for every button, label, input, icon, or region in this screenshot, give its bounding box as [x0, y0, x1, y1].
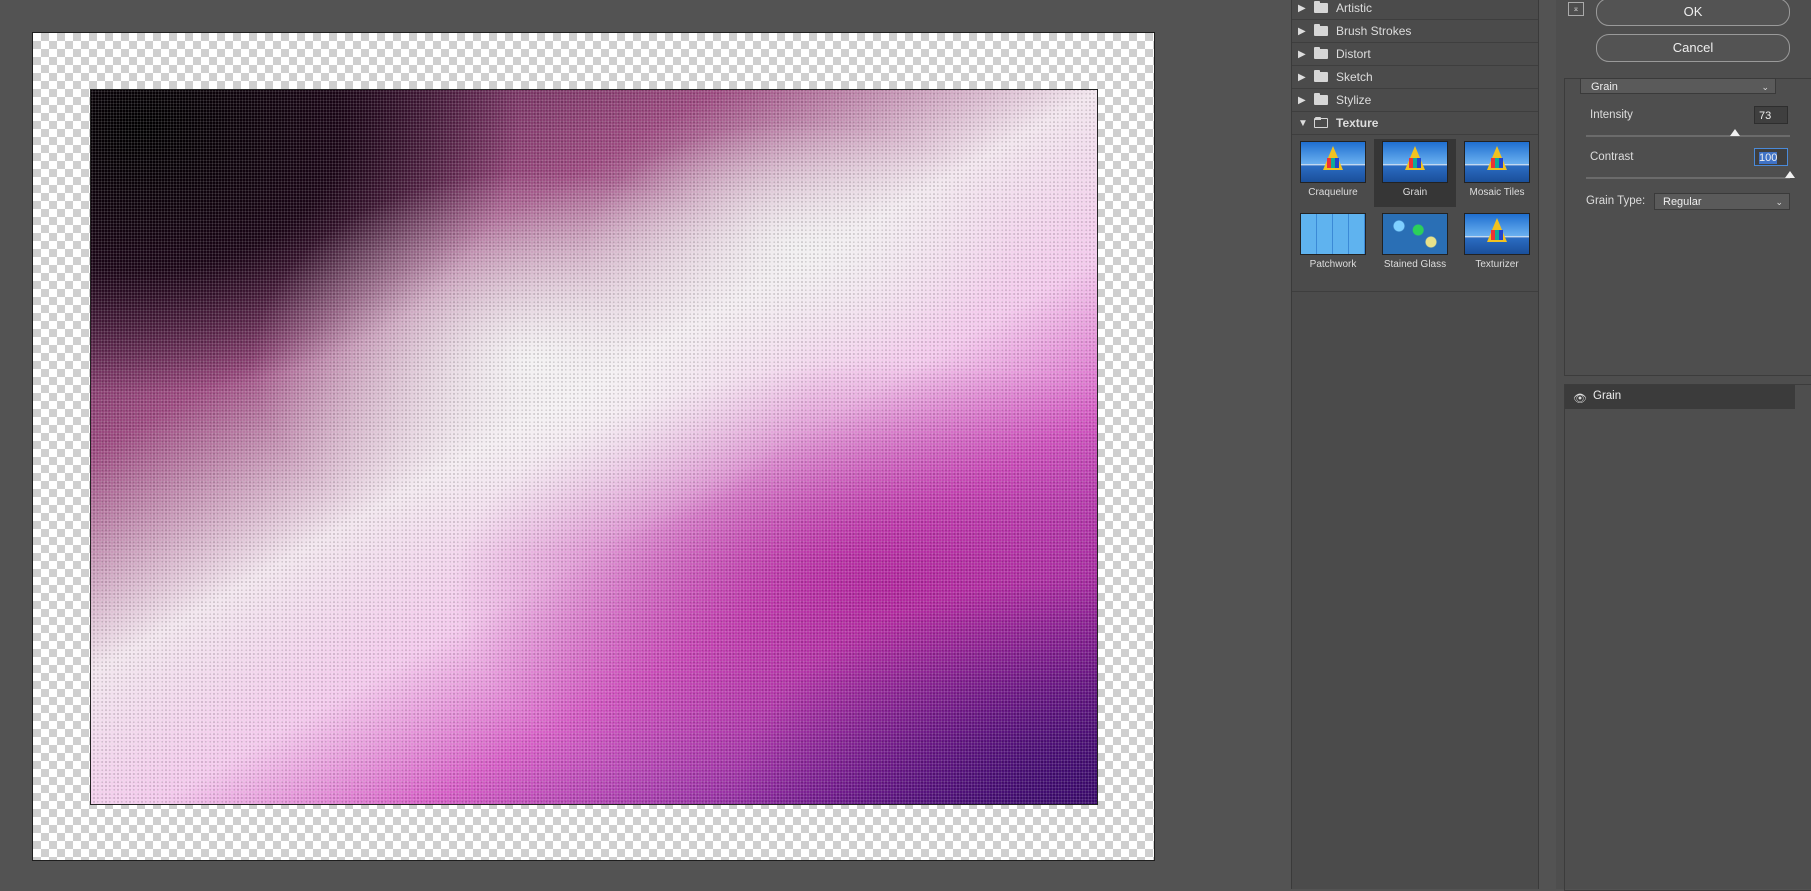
- collapse-triangle-icon: ▼: [1298, 117, 1308, 129]
- intensity-slider-thumb[interactable]: [1729, 129, 1740, 136]
- filter-thumb-label: Patchwork: [1309, 259, 1357, 270]
- texture-filter-thumbnails: Craquelure Grain Mosaic Tiles Patchwork …: [1292, 135, 1538, 292]
- contrast-field[interactable]: 100: [1754, 148, 1788, 166]
- filter-thumb-label: Grain: [1402, 187, 1428, 198]
- expand-triangle-icon: ▶: [1298, 94, 1306, 106]
- category-label: Brush Strokes: [1336, 24, 1412, 38]
- folder-icon: [1314, 47, 1328, 59]
- category-distort[interactable]: ▶ Distort: [1292, 43, 1538, 66]
- chevron-down-icon: ⌄: [1761, 82, 1769, 92]
- filter-gallery-panel: ▶ Artistic ▶ Brush Strokes ▶ Distort ▶ Sketc…: [1291, 0, 1539, 889]
- grain-noise-overlay: [91, 90, 1097, 804]
- contrast-slider-track[interactable]: [1586, 177, 1790, 179]
- expand-triangle-icon: ▶: [1298, 25, 1306, 37]
- filter-thumb-grain[interactable]: Grain: [1374, 139, 1456, 207]
- filter-dropdown-value: Grain: [1591, 81, 1618, 93]
- expand-triangle-icon: ▶: [1298, 48, 1306, 60]
- expand-triangle-icon: ▶: [1298, 2, 1306, 14]
- category-label: Sketch: [1336, 70, 1373, 84]
- cancel-button[interactable]: Cancel: [1596, 34, 1790, 62]
- thumbnail-image: [1300, 141, 1366, 183]
- grain-type-value: Regular: [1663, 196, 1702, 208]
- effect-layer-row[interactable]: 👁 Grain: [1565, 385, 1795, 409]
- contrast-slider-thumb[interactable]: [1785, 171, 1795, 178]
- category-artistic[interactable]: ▶ Artistic: [1292, 0, 1538, 20]
- folder-icon: [1314, 93, 1328, 105]
- collapse-gallery-icon[interactable]: ⌅: [1568, 2, 1584, 16]
- thumbnail-image: [1382, 141, 1448, 183]
- grain-type-dropdown[interactable]: Regular ⌄: [1654, 193, 1790, 210]
- effect-layer-name: Grain: [1593, 390, 1622, 402]
- thumbnail-image: [1464, 213, 1530, 255]
- category-label: Stylize: [1336, 93, 1372, 107]
- category-stylize[interactable]: ▶ Stylize: [1292, 89, 1538, 112]
- category-label: Texture: [1336, 116, 1379, 130]
- filter-thumb-label: Stained Glass: [1383, 259, 1447, 270]
- filter-thumb-label: Craquelure: [1308, 187, 1358, 198]
- filter-dropdown[interactable]: Grain ⌄: [1580, 78, 1776, 94]
- filter-thumb-label: Texturizer: [1475, 259, 1519, 270]
- category-brush-strokes[interactable]: ▶ Brush Strokes: [1292, 20, 1538, 43]
- thumbnail-image: [1300, 213, 1366, 255]
- filter-preview-canvas[interactable]: [32, 32, 1155, 861]
- folder-icon: [1314, 70, 1328, 82]
- thumbnail-image: [1382, 213, 1448, 255]
- filter-thumb-texturizer[interactable]: Texturizer: [1456, 211, 1538, 279]
- folder-icon: [1314, 24, 1328, 36]
- filter-settings-panel: ⌅ OK Cancel Grain ⌄ Intensity 73 Contrast…: [1556, 0, 1811, 891]
- category-label: Distort: [1336, 47, 1371, 61]
- eye-icon[interactable]: 👁: [1573, 392, 1587, 405]
- intensity-label: Intensity: [1590, 109, 1633, 121]
- contrast-label: Contrast: [1590, 151, 1634, 163]
- grain-type-label: Grain Type:: [1586, 195, 1646, 207]
- category-label: Artistic: [1336, 1, 1372, 15]
- folder-icon: [1314, 1, 1328, 13]
- intensity-slider-track[interactable]: [1586, 135, 1790, 137]
- category-texture[interactable]: ▼ Texture: [1292, 112, 1538, 135]
- filter-thumb-patchwork[interactable]: Patchwork: [1292, 211, 1374, 279]
- filter-thumb-label: Mosaic Tiles: [1469, 187, 1525, 198]
- open-folder-icon: [1314, 117, 1328, 128]
- category-sketch[interactable]: ▶ Sketch: [1292, 66, 1538, 89]
- intensity-field[interactable]: 73: [1754, 106, 1788, 124]
- contrast-value: 100: [1759, 152, 1778, 164]
- filter-thumb-craquelure[interactable]: Craquelure: [1292, 139, 1374, 207]
- preview-image: [90, 89, 1098, 805]
- chevron-down-icon: ⌄: [1775, 197, 1783, 207]
- filter-thumb-mosaic-tiles[interactable]: Mosaic Tiles: [1456, 139, 1538, 207]
- expand-triangle-icon: ▶: [1298, 71, 1306, 83]
- effect-layers-list: 👁 Grain: [1564, 384, 1811, 891]
- ok-button[interactable]: OK: [1596, 0, 1790, 26]
- filter-thumb-stained-glass[interactable]: Stained Glass: [1374, 211, 1456, 279]
- thumbnail-image: [1464, 141, 1530, 183]
